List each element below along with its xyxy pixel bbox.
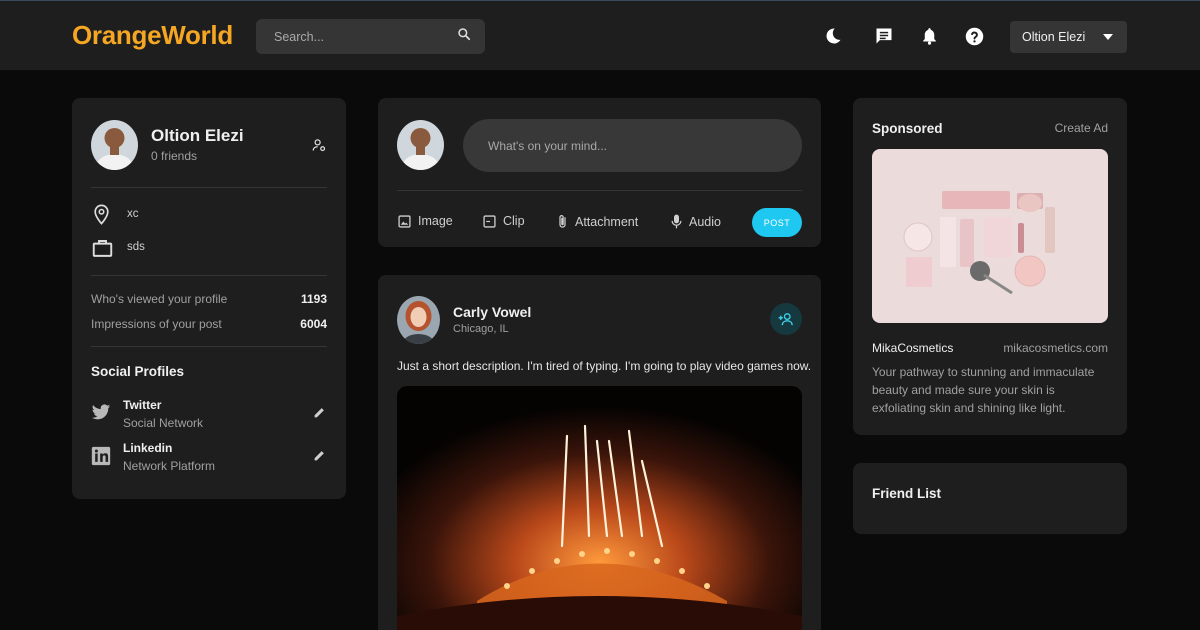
edit-pencil-icon[interactable] [313, 406, 326, 424]
social-item-linkedin[interactable]: Linkedin Network Platform [91, 441, 327, 477]
location-text: xc [127, 208, 139, 220]
avatar[interactable] [397, 120, 444, 170]
social-sub: Social Network [123, 416, 204, 430]
stat-label: Who's viewed your profile [91, 292, 228, 306]
tool-label: Image [418, 214, 453, 228]
friend-list-title: Friend List [872, 486, 942, 501]
avatar[interactable] [397, 296, 440, 344]
create-ad-link[interactable]: Create Ad [1055, 121, 1108, 135]
search-bar [256, 19, 485, 54]
post-text: Just a short description. I'm tired of t… [397, 359, 812, 373]
logo[interactable]: OrangeWorld [72, 20, 233, 51]
tool-label: Clip [503, 214, 525, 228]
stat-post-impressions: Impressions of your post 6004 [91, 317, 327, 331]
tool-label: Audio [689, 214, 721, 229]
social-name: Twitter [123, 398, 162, 412]
search-icon[interactable] [457, 27, 471, 46]
moon-icon[interactable] [822, 25, 844, 47]
post-image[interactable] [397, 386, 802, 630]
stat-label: Impressions of your post [91, 317, 222, 331]
friend-list-card: Friend List [853, 463, 1127, 534]
work-text: sds [127, 241, 145, 253]
stat-value: 1193 [300, 292, 327, 306]
profile-card: Oltion Elezi 0 friends xc sds Who's view… [72, 98, 346, 499]
post-button[interactable]: POST [752, 208, 802, 237]
sponsored-card: Sponsored Create Ad MikaCosmetics mikaco… [853, 98, 1127, 435]
social-profiles-title: Social Profiles [91, 364, 185, 379]
divider [91, 187, 327, 188]
image-icon [398, 214, 411, 228]
divider [397, 190, 802, 191]
search-input[interactable] [274, 29, 457, 44]
profile-name[interactable]: Oltion Elezi [151, 126, 244, 146]
sponsored-title: Sponsored [872, 121, 943, 136]
post-composer: Image Clip Attachment Audio POST [378, 98, 821, 247]
ad-image[interactable] [872, 149, 1108, 323]
help-icon[interactable] [963, 25, 985, 47]
tool-label: Attachment [575, 214, 639, 229]
twitter-icon [91, 404, 111, 426]
post-author[interactable]: Carly Vowel [453, 304, 531, 320]
mic-icon [671, 214, 682, 229]
user-menu-dropdown[interactable]: Oltion Elezi [1010, 21, 1127, 53]
briefcase-icon [92, 238, 113, 263]
post-location: Chicago, IL [453, 323, 509, 335]
tool-image[interactable]: Image [398, 214, 453, 228]
user-menu-name: Oltion Elezi [1022, 30, 1086, 44]
stat-profile-views: Who's viewed your profile 1193 [91, 292, 327, 306]
paperclip-icon [559, 215, 566, 228]
ad-description: Your pathway to stunning and immaculate … [872, 365, 1095, 415]
top-navbar: OrangeWorld Oltion Elezi [0, 0, 1200, 70]
feed-post: Carly Vowel Chicago, IL Just a short des… [378, 275, 821, 630]
ad-brand[interactable]: MikaCosmetics [872, 341, 953, 355]
composer-input-wrap [463, 119, 802, 172]
social-name: Linkedin [123, 441, 173, 455]
friends-count: 0 friends [151, 149, 198, 163]
divider [91, 346, 327, 347]
tool-clip[interactable]: Clip [483, 214, 525, 228]
avatar[interactable] [91, 120, 138, 170]
ad-url[interactable]: mikacosmetics.com [1003, 341, 1108, 355]
social-sub: Network Platform [123, 459, 216, 473]
tool-attachment[interactable]: Attachment [557, 214, 638, 229]
clip-icon [483, 214, 496, 228]
location-icon [93, 204, 110, 230]
manage-accounts-icon[interactable] [312, 138, 327, 158]
divider [91, 275, 327, 276]
edit-pencil-icon[interactable] [313, 449, 326, 467]
composer-input[interactable] [488, 138, 802, 153]
add-friend-button[interactable] [770, 303, 802, 335]
social-item-twitter[interactable]: Twitter Social Network [91, 398, 327, 434]
chat-icon[interactable] [873, 25, 895, 47]
tool-audio[interactable]: Audio [671, 214, 721, 229]
person-add-icon [778, 313, 793, 326]
bell-icon[interactable] [918, 25, 940, 47]
linkedin-icon [91, 446, 111, 471]
stat-value: 6004 [300, 317, 327, 331]
caret-down-icon [1103, 34, 1113, 40]
